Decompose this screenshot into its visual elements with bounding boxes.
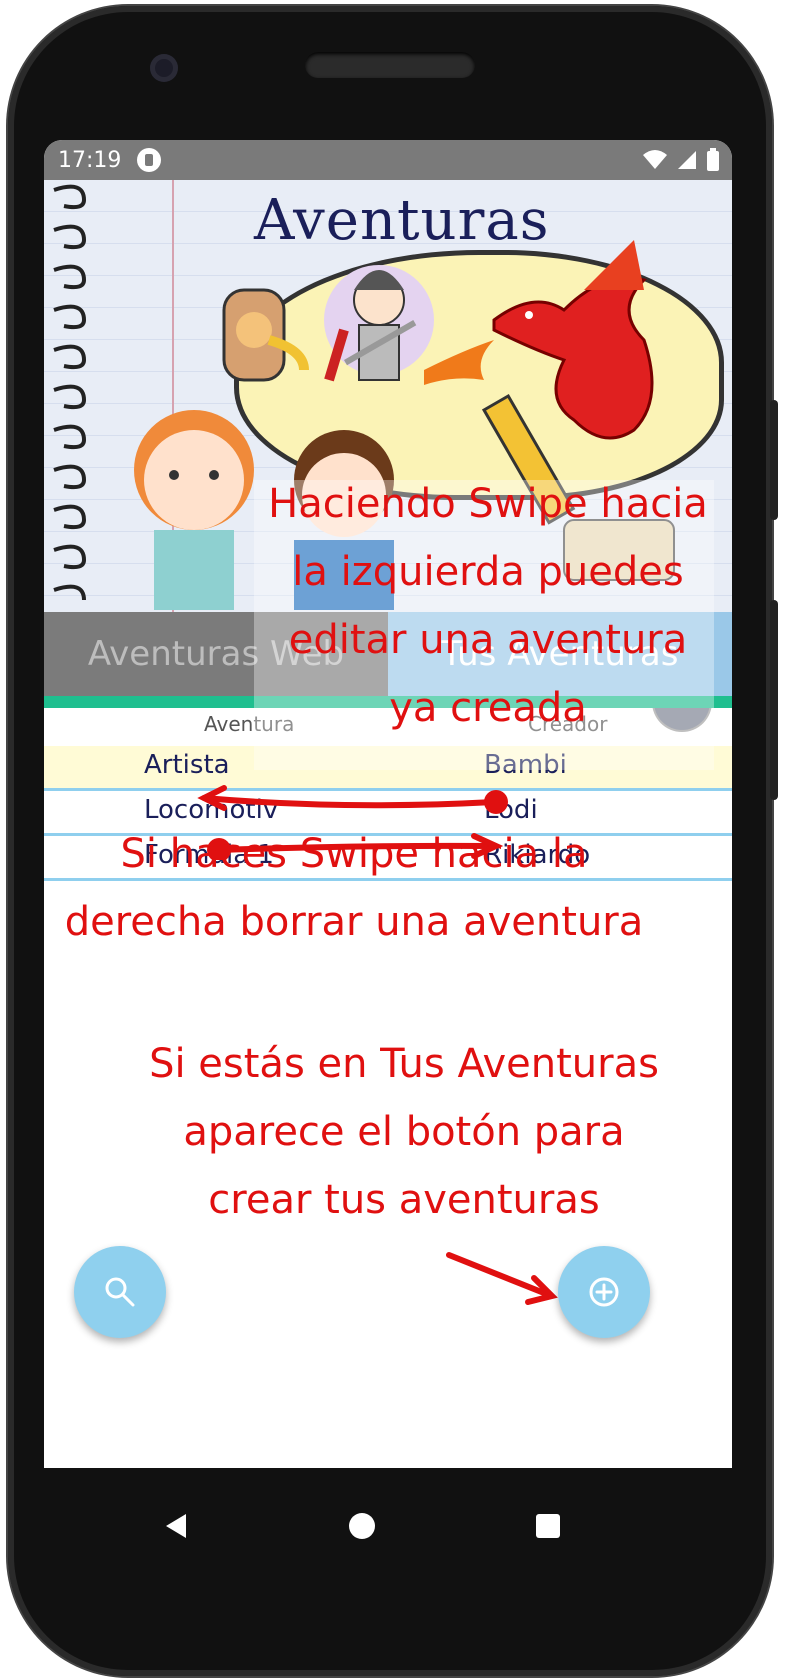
side-button-power: [770, 400, 778, 520]
status-time: 17:19: [58, 147, 122, 173]
annotation-line: aparece el botón para: [183, 1109, 625, 1155]
app-notification-icon: [137, 148, 162, 172]
swipe-left-arrow: [201, 795, 497, 809]
nav-home-icon[interactable]: [348, 1512, 376, 1540]
knight-illustration: [324, 265, 434, 382]
search-button[interactable]: [74, 1246, 166, 1338]
dragon-illustration: [492, 240, 654, 440]
nav-recents-icon[interactable]: [534, 1512, 562, 1540]
create-button-annotation: Si estás en Tus Aventuras aparece el bot…: [104, 1030, 704, 1234]
screen: 17:19 Aventuras Aventuras Web Tus Aventu…: [44, 140, 732, 1468]
signal-icon: [678, 151, 696, 169]
search-icon: [105, 1277, 135, 1307]
annotation-line: Si haces Swipe hacia la: [120, 831, 588, 877]
add-circle-icon: [589, 1277, 619, 1307]
annotation-line: Si estás en Tus Aventuras: [149, 1041, 659, 1087]
battery-icon: [707, 148, 719, 171]
fire-illustration: [424, 340, 494, 385]
side-button-volume: [770, 600, 778, 800]
front-camera: [150, 54, 178, 82]
annotation-line: la izquierda puedes: [292, 549, 684, 595]
nav-back-icon[interactable]: [162, 1512, 190, 1540]
annotation-line: crear tus aventuras: [208, 1177, 600, 1223]
annotation-line: Haciendo Swipe hacia: [268, 481, 708, 527]
create-pointer-arrow: [446, 1252, 558, 1305]
status-bar: 17:19: [44, 140, 732, 180]
status-icons: [642, 148, 720, 172]
annotation-line: editar una aventura: [288, 617, 688, 663]
wifi-icon: [643, 150, 667, 169]
phone-frame: 17:19 Aventuras Aventuras Web Tus Aventu…: [0, 0, 789, 1680]
swipe-right-annotation: Si haces Swipe hacia la derecha borrar u…: [44, 820, 664, 956]
swipe-left-annotation: Haciendo Swipe hacia la izquierda puedes…: [244, 470, 732, 742]
annotation-line: derecha borrar una aventura: [64, 899, 644, 945]
girl-illustration: [134, 410, 254, 610]
princess-illustration: [222, 288, 309, 382]
add-adventure-button[interactable]: [558, 1246, 650, 1338]
swipe-start-dot: [484, 790, 508, 814]
annotation-line: ya creada: [389, 685, 587, 731]
speaker-grille: [305, 52, 475, 78]
navigation-bar: [44, 1468, 732, 1608]
